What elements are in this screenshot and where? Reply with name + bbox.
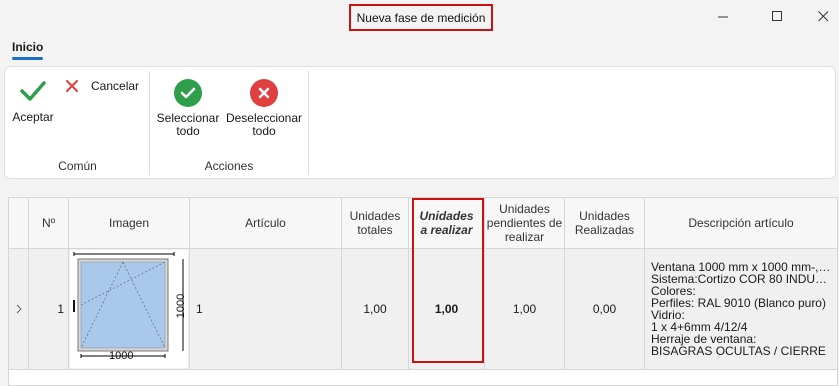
- x-circle-icon: [250, 79, 278, 107]
- deselect-all-label-line2: todo: [252, 124, 276, 138]
- column-header-num-label: Nº: [41, 216, 56, 230]
- header-line: Unidades: [579, 209, 630, 223]
- header-line: totales: [357, 223, 393, 237]
- close-button[interactable]: [800, 0, 839, 32]
- column-header-imagen-label: Imagen: [108, 216, 150, 230]
- image-width-label: 1000: [109, 350, 134, 362]
- cell-unidades-totales-value: 1,00: [363, 302, 387, 316]
- select-all-button[interactable]: Seleccionar todo: [155, 79, 221, 138]
- group-divider: [308, 71, 309, 175]
- tab-active-indicator: [12, 57, 43, 60]
- column-header-num[interactable]: Nº: [29, 198, 69, 249]
- select-all-label-line2: todo: [176, 124, 200, 138]
- row-expand-chevron[interactable]: [9, 249, 29, 370]
- check-icon: [20, 81, 46, 101]
- header-line: realizar: [504, 230, 545, 244]
- header-line: Unidades: [349, 209, 401, 223]
- close-icon: [817, 10, 828, 21]
- minimize-button[interactable]: [700, 0, 746, 32]
- accept-button[interactable]: Aceptar: [9, 77, 57, 124]
- header-line: Unidades: [499, 202, 550, 216]
- column-header-imagen[interactable]: Imagen: [69, 198, 190, 249]
- maximize-button[interactable]: [754, 0, 800, 32]
- cell-pendientes[interactable]: 1,00: [485, 249, 565, 370]
- cancel-button[interactable]: Cancelar: [65, 79, 145, 93]
- highlight-unidades-realizar: [412, 198, 484, 363]
- minimize-icon: [717, 16, 728, 17]
- row-indicator-header: [9, 198, 29, 249]
- header-line: Realizadas: [574, 223, 635, 237]
- cell-articulo-value: 1: [196, 302, 203, 316]
- x-icon: [66, 80, 78, 92]
- grid-empty-area: [9, 370, 837, 385]
- tab-inicio[interactable]: Inicio: [12, 40, 43, 54]
- group-label-acciones: Acciones: [204, 159, 254, 173]
- column-header-descripcion[interactable]: Descripción artículo: [645, 198, 837, 249]
- column-header-realizadas[interactable]: Unidades Realizadas: [565, 198, 645, 249]
- column-header-pendientes[interactable]: Unidades pendientes de realizar: [485, 198, 565, 249]
- cancel-label: Cancelar: [91, 78, 140, 93]
- maximize-icon: [771, 10, 782, 21]
- window-title: Nueva fase de medición: [349, 4, 493, 31]
- cell-descripcion[interactable]: Ventana 1000 mm x 1000 mm-,… Sistema:Cor…: [645, 249, 837, 370]
- accept-label: Aceptar: [12, 110, 54, 124]
- cell-unidades-totales[interactable]: 1,00: [342, 249, 409, 370]
- ribbon-panel: Aceptar Cancelar Común Seleccionar todo …: [4, 66, 836, 179]
- cell-realizadas[interactable]: 0,00: [565, 249, 645, 370]
- column-header-unidades-totales[interactable]: Unidades totales: [342, 198, 409, 249]
- cell-articulo[interactable]: 1: [190, 249, 342, 370]
- check-circle-icon: [174, 79, 202, 107]
- cell-pendientes-value: 1,00: [512, 302, 537, 316]
- deselect-all-button[interactable]: Deseleccionar todo: [224, 79, 304, 138]
- column-header-articulo[interactable]: Artículo: [190, 198, 342, 249]
- description-line: BISAGRAS OCULTAS / CIERRE: [651, 344, 826, 358]
- cell-num-value: 1: [57, 302, 64, 316]
- title-bar: Nueva fase de medición: [0, 0, 839, 34]
- column-header-articulo-label: Artículo: [245, 216, 286, 230]
- group-label-comun: Común: [58, 159, 97, 173]
- cell-num[interactable]: 1: [29, 249, 69, 370]
- image-height-label: 1000: [175, 293, 188, 319]
- cell-imagen[interactable]: 1000 1000: [69, 249, 190, 370]
- header-line: pendientes de: [486, 216, 563, 230]
- cell-realizadas-value: 0,00: [592, 302, 617, 316]
- chevron-right-icon: [16, 304, 22, 314]
- column-header-descripcion-label: Descripción artículo: [688, 216, 794, 230]
